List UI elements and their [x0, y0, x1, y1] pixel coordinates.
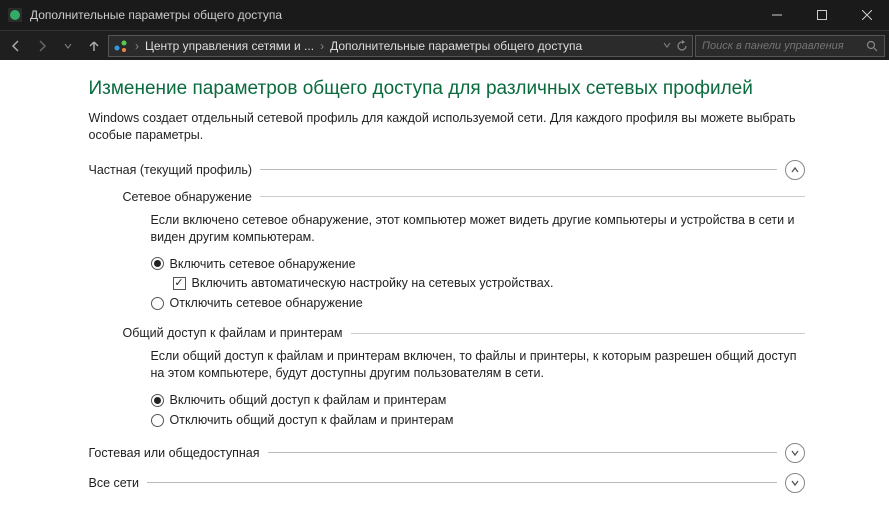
radio-label: Включить общий доступ к файлам и принтер…	[170, 392, 447, 409]
minimize-button[interactable]	[754, 0, 799, 30]
radio-sharing-on[interactable]: Включить общий доступ к файлам и принтер…	[151, 392, 805, 409]
dropdown-icon[interactable]	[662, 40, 672, 52]
profile-label: Все сети	[89, 476, 140, 490]
back-button[interactable]	[4, 34, 28, 58]
profile-private-header[interactable]: Частная (текущий профиль)	[89, 160, 805, 180]
radio-label: Включить сетевое обнаружение	[170, 256, 356, 273]
radio-discovery-on[interactable]: Включить сетевое обнаружение	[151, 256, 805, 273]
search-box[interactable]	[695, 35, 885, 57]
page-intro: Windows создает отдельный сетевой профил…	[89, 110, 805, 144]
profile-label: Частная (текущий профиль)	[89, 163, 253, 177]
address-bar[interactable]: › Центр управления сетями и ... › Дополн…	[108, 35, 693, 57]
chevron-right-icon: ›	[320, 39, 324, 53]
section-file-sharing: Общий доступ к файлам и принтерам Если о…	[123, 326, 805, 429]
app-icon	[0, 8, 30, 22]
section-title: Сетевое обнаружение	[123, 190, 252, 204]
radio-label: Отключить общий доступ к файлам и принте…	[170, 412, 454, 429]
profile-label: Гостевая или общедоступная	[89, 446, 260, 460]
up-button[interactable]	[82, 34, 106, 58]
close-button[interactable]	[844, 0, 889, 30]
titlebar: Дополнительные параметры общего доступа	[0, 0, 889, 30]
radio-icon	[151, 414, 164, 427]
radio-icon	[151, 257, 164, 270]
refresh-icon[interactable]	[676, 40, 688, 52]
checkbox-auto-setup[interactable]: ✓ Включить автоматическую настройку на с…	[173, 275, 805, 292]
chevron-down-icon[interactable]	[785, 473, 805, 493]
profile-all-header[interactable]: Все сети	[89, 473, 805, 493]
radio-icon	[151, 297, 164, 310]
window-title: Дополнительные параметры общего доступа	[30, 8, 754, 22]
page-heading: Изменение параметров общего доступа для …	[89, 78, 805, 100]
checkbox-icon: ✓	[173, 277, 186, 290]
section-title: Общий доступ к файлам и принтерам	[123, 326, 343, 340]
forward-button[interactable]	[30, 34, 54, 58]
search-icon[interactable]	[866, 40, 878, 52]
radio-discovery-off[interactable]: Отключить сетевое обнаружение	[151, 295, 805, 312]
section-desc: Если общий доступ к файлам и принтерам в…	[151, 348, 805, 382]
radio-icon	[151, 394, 164, 407]
chevron-up-icon[interactable]	[785, 160, 805, 180]
radio-sharing-off[interactable]: Отключить общий доступ к файлам и принте…	[151, 412, 805, 429]
maximize-button[interactable]	[799, 0, 844, 30]
section-desc: Если включено сетевое обнаружение, этот …	[151, 212, 805, 246]
network-icon	[113, 38, 129, 54]
radio-label: Отключить сетевое обнаружение	[170, 295, 363, 312]
chevron-down-icon[interactable]	[785, 443, 805, 463]
search-input[interactable]	[702, 40, 860, 52]
section-network-discovery: Сетевое обнаружение Если включено сетево…	[123, 190, 805, 312]
chevron-right-icon: ›	[135, 39, 139, 53]
profile-guest-header[interactable]: Гостевая или общедоступная	[89, 443, 805, 463]
recent-dropdown[interactable]	[56, 34, 80, 58]
breadcrumb-item[interactable]: Дополнительные параметры общего доступа	[330, 39, 582, 53]
navbar: › Центр управления сетями и ... › Дополн…	[0, 30, 889, 60]
content-area: Изменение параметров общего доступа для …	[0, 60, 889, 513]
breadcrumb-item[interactable]: Центр управления сетями и ...	[145, 39, 314, 53]
checkbox-label: Включить автоматическую настройку на сет…	[192, 275, 554, 292]
